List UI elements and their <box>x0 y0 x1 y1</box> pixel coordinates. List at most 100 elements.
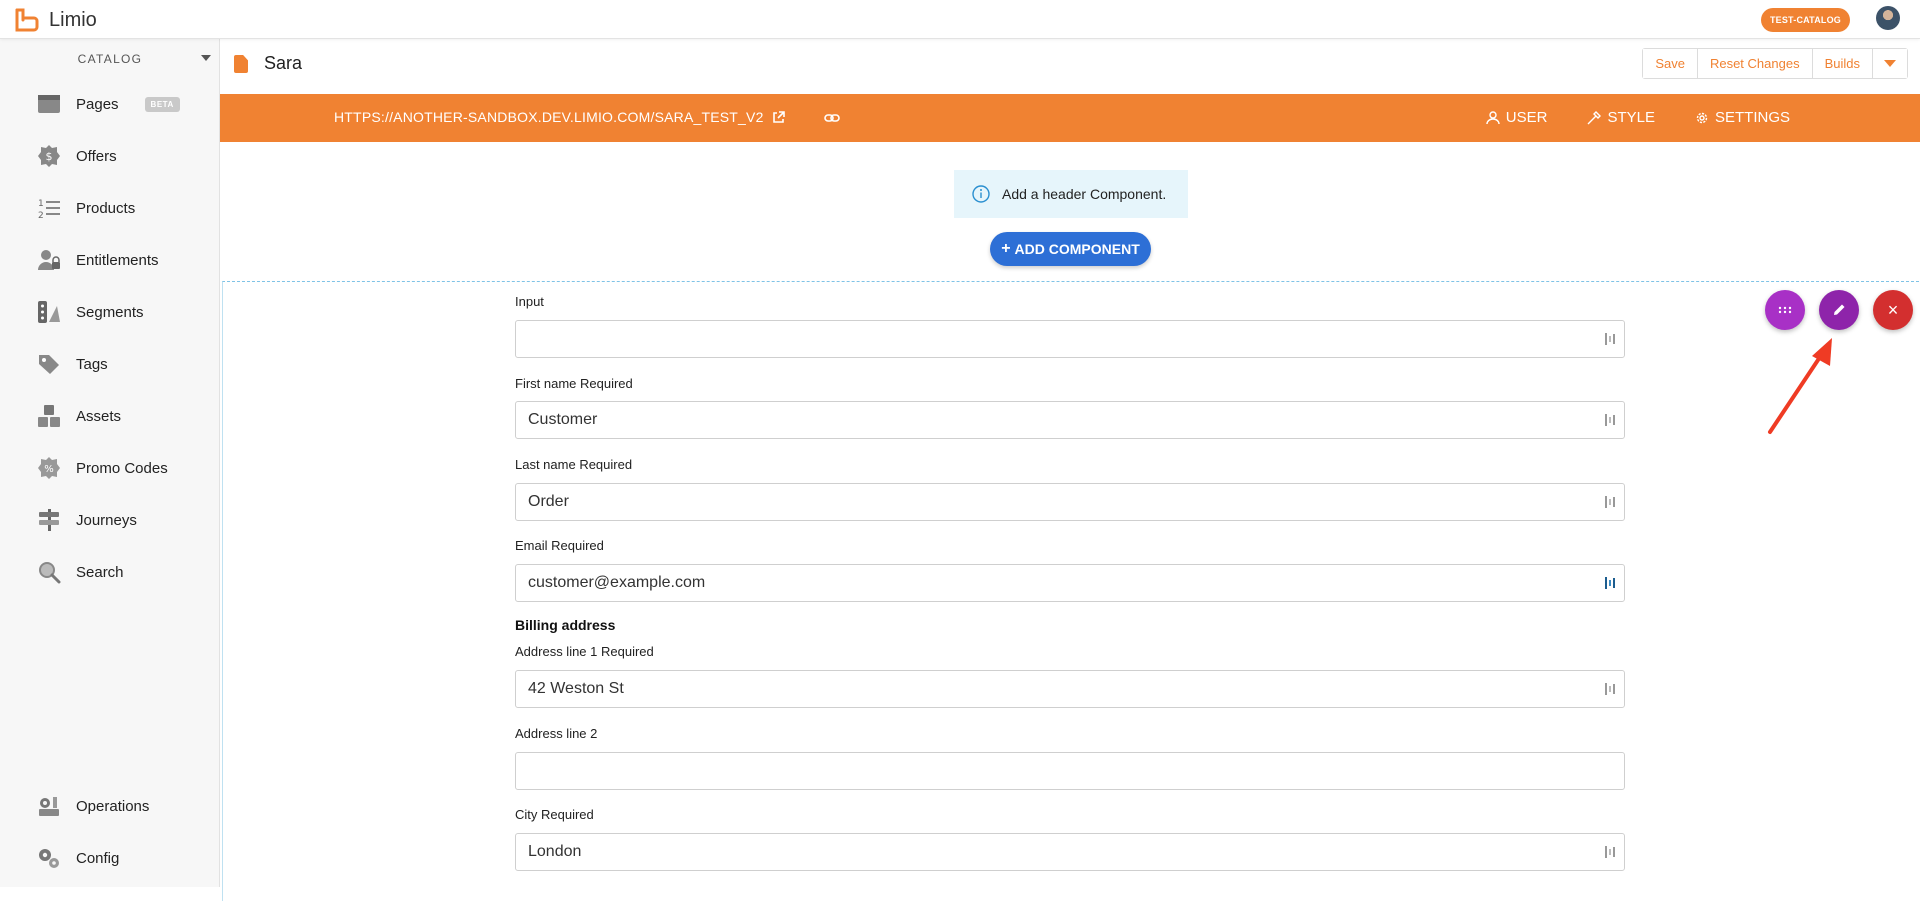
avatar[interactable] <box>1876 6 1900 30</box>
last-name-field[interactable]: Order <box>515 483 1625 521</box>
add-component-button[interactable]: + ADD COMPONENT <box>990 232 1151 266</box>
gears-icon <box>36 845 62 871</box>
annotation-arrow-icon <box>1768 338 1832 434</box>
document-icon <box>234 55 248 73</box>
settings-tab[interactable]: SETTINGS <box>1695 109 1790 126</box>
sidebar-item-label: Segments <box>76 303 144 321</box>
sidebar-item-label: Operations <box>76 797 150 815</box>
svg-text:$: $ <box>46 150 53 163</box>
drag-handle-button[interactable] <box>1765 290 1805 330</box>
address-line-2-label: Address line 2 <box>515 726 598 741</box>
close-icon: × <box>1887 299 1899 320</box>
builds-button[interactable]: Builds <box>1812 49 1873 78</box>
password-manager-icon[interactable] <box>1604 682 1616 696</box>
entitlements-icon <box>36 247 62 273</box>
limio-logo-icon <box>15 8 39 32</box>
sidebar-item-label: Entitlements <box>76 251 159 269</box>
notice-text: Add a header Component. <box>1002 186 1167 202</box>
first-name-field[interactable]: Customer <box>515 401 1625 439</box>
svg-text:%: % <box>44 464 54 475</box>
city-field[interactable]: London <box>515 833 1625 871</box>
save-button[interactable]: Save <box>1643 49 1698 78</box>
input-label: Input <box>515 294 544 309</box>
svg-text:2: 2 <box>38 211 44 220</box>
sidebar-item-label: Pages <box>76 95 119 113</box>
page-url: HTTPS://ANOTHER-SANDBOX.DEV.LIMIO.COM/SA… <box>334 109 764 125</box>
page-canvas: Add a header Component. + ADD COMPONENT … <box>220 142 1920 901</box>
sidebar-item-label: Search <box>76 563 124 581</box>
segments-icon <box>36 299 62 325</box>
user-label: USER <box>1505 109 1548 126</box>
page-header: Sara Save Reset Changes Builds <box>220 39 1920 94</box>
sidebar-item-products[interactable]: 12 Products <box>36 193 135 223</box>
app-logo[interactable]: Limio <box>14 7 97 33</box>
chevron-down-icon <box>1884 60 1896 67</box>
sidebar-item-label: Products <box>76 199 136 217</box>
address-line-1-value: 42 Weston St <box>528 680 624 697</box>
style-label: STYLE <box>1607 109 1655 126</box>
password-manager-icon[interactable] <box>1604 845 1616 859</box>
billing-address-heading: Billing address <box>515 617 616 633</box>
chevron-down-icon[interactable] <box>201 55 211 61</box>
email-value: customer@example.com <box>528 574 706 591</box>
sidebar: CATALOG Pages BETA $ Offers 12 Products … <box>0 39 220 887</box>
sidebar-item-promo-codes[interactable]: % Promo Codes <box>36 453 168 483</box>
first-name-value: Customer <box>528 411 598 428</box>
svg-text:1: 1 <box>38 199 44 209</box>
catalog-badge[interactable]: TEST-CATALOG <box>1760 8 1850 32</box>
password-manager-icon[interactable] <box>1604 332 1616 346</box>
email-label: Email Required <box>515 538 604 553</box>
style-icon <box>1587 110 1602 124</box>
copy-link-icon[interactable] <box>824 110 840 126</box>
tag-icon <box>36 351 62 377</box>
drag-dots-icon <box>1778 306 1792 314</box>
signpost-icon <box>36 507 62 533</box>
search-icon <box>36 559 62 585</box>
header-component-notice: Add a header Component. <box>954 170 1188 218</box>
user-tab[interactable]: USER <box>1486 109 1548 126</box>
gear-icon <box>1696 112 1708 123</box>
products-icon: 12 <box>36 195 62 221</box>
first-name-label: First name Required <box>515 376 633 391</box>
top-bar: Limio TEST-CATALOG <box>0 0 1920 39</box>
sidebar-item-label: Promo Codes <box>76 459 168 477</box>
catalog-selector[interactable]: CATALOG <box>0 52 220 66</box>
operations-icon <box>36 793 62 819</box>
input-field[interactable] <box>515 320 1625 358</box>
sidebar-item-pages[interactable]: Pages BETA <box>36 89 180 119</box>
user-icon <box>1486 110 1500 124</box>
page-url-link[interactable]: HTTPS://ANOTHER-SANDBOX.DEV.LIMIO.COM/SA… <box>334 109 785 125</box>
sidebar-item-entitlements[interactable]: Entitlements <box>36 245 159 275</box>
sidebar-item-tags[interactable]: Tags <box>36 349 108 379</box>
sidebar-item-journeys[interactable]: Journeys <box>36 505 137 535</box>
offers-icon: $ <box>36 143 62 169</box>
page-title: Sara <box>264 53 303 73</box>
password-manager-icon[interactable] <box>1604 413 1616 427</box>
settings-label: SETTINGS <box>1714 109 1790 126</box>
password-manager-icon[interactable] <box>1604 576 1616 590</box>
more-actions-dropdown[interactable] <box>1873 49 1907 78</box>
edit-component-button[interactable] <box>1819 290 1859 330</box>
sidebar-item-operations[interactable]: Operations <box>36 791 149 821</box>
promo-icon: % <box>36 455 62 481</box>
sidebar-item-label: Journeys <box>76 511 137 529</box>
address-line-1-label: Address line 1 Required <box>515 644 654 659</box>
address-line-2-field[interactable] <box>515 752 1625 790</box>
remove-component-button[interactable]: × <box>1873 290 1913 330</box>
city-value: London <box>528 843 582 860</box>
beta-badge: BETA <box>144 96 180 112</box>
address-line-1-field[interactable]: 42 Weston St <box>515 670 1625 708</box>
sidebar-item-search[interactable]: Search <box>36 557 124 587</box>
password-manager-icon[interactable] <box>1604 495 1616 509</box>
sidebar-item-segments[interactable]: Segments <box>36 297 144 327</box>
reset-changes-button[interactable]: Reset Changes <box>1697 49 1813 78</box>
sidebar-item-offers[interactable]: $ Offers <box>36 141 117 171</box>
sidebar-item-config[interactable]: Config <box>36 843 119 873</box>
sidebar-item-label: Config <box>76 849 120 867</box>
email-field[interactable]: customer@example.com <box>515 564 1625 602</box>
plus-icon: + <box>1001 240 1011 257</box>
header-actions: Save Reset Changes Builds <box>1642 48 1908 79</box>
style-tab[interactable]: STYLE <box>1587 109 1655 126</box>
sidebar-item-assets[interactable]: Assets <box>36 401 121 431</box>
pages-icon <box>36 91 62 117</box>
